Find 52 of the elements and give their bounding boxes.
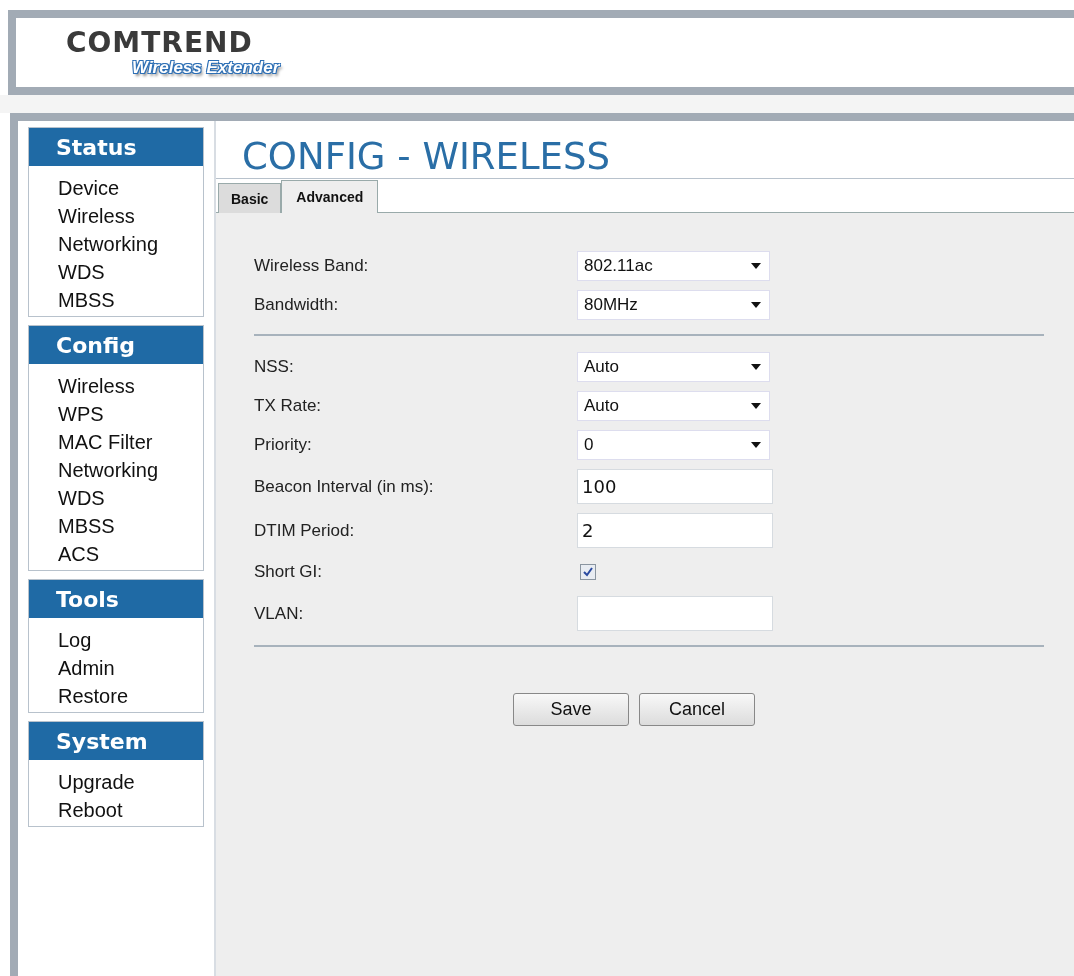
- field-label: Bandwidth:: [254, 295, 340, 315]
- sidebar-link[interactable]: ACS: [58, 540, 100, 568]
- sidebar-heading: System: [29, 722, 203, 760]
- sidebar-link[interactable]: MAC Filter: [58, 428, 153, 456]
- input-field[interactable]: 100: [577, 469, 773, 504]
- sidebar-link[interactable]: Wireless: [58, 202, 135, 230]
- cancel-button[interactable]: Cancel: [639, 693, 755, 726]
- checkbox[interactable]: [580, 564, 596, 580]
- sidebar-link[interactable]: Log: [58, 626, 92, 654]
- caret-icon: [751, 403, 761, 409]
- sidebar-link[interactable]: Upgrade: [58, 768, 135, 796]
- sidebar-link[interactable]: Wireless: [58, 372, 135, 400]
- sidebar-link[interactable]: WDS: [58, 258, 105, 286]
- sidebar-link[interactable]: Device: [58, 174, 120, 202]
- product-logo: Wireless Extender: [132, 58, 280, 78]
- caret-icon: [751, 263, 761, 269]
- input-field[interactable]: 2: [577, 513, 773, 548]
- caret-icon: [751, 364, 761, 370]
- field-label: Priority:: [254, 435, 313, 455]
- sidebar-link[interactable]: MBSS: [58, 512, 115, 540]
- caret-icon: [751, 442, 761, 448]
- sidebar-heading: Status: [29, 128, 203, 166]
- field-label: DTIM Period:: [254, 520, 356, 541]
- sidebar-link[interactable]: Networking: [58, 456, 159, 484]
- dropdown-field[interactable]: 80MHz: [577, 290, 770, 320]
- field-label: Short GI:: [254, 562, 324, 582]
- page-title: CONFIG - WIRELESS: [241, 134, 610, 178]
- field-label: Beacon Interval (in ms):: [254, 476, 435, 497]
- field-label: Wireless Band:: [254, 256, 370, 276]
- sidebar-link[interactable]: Admin: [58, 654, 115, 682]
- field-label: TX Rate:: [254, 396, 323, 416]
- tab[interactable]: Advanced: [281, 180, 379, 213]
- field-label: NSS:: [254, 357, 295, 377]
- sidebar-link[interactable]: WPS: [58, 400, 104, 428]
- sidebar-heading: Tools: [29, 580, 203, 618]
- sidebar-link[interactable]: MBSS: [58, 286, 115, 314]
- sidebar-link[interactable]: WDS: [58, 484, 105, 512]
- dropdown-field[interactable]: 802.11ac: [577, 251, 770, 281]
- sidebar-link[interactable]: Restore: [58, 682, 129, 710]
- dropdown-field[interactable]: Auto: [577, 352, 770, 382]
- tab[interactable]: Basic: [218, 183, 282, 213]
- save-button[interactable]: Save: [513, 693, 629, 726]
- sidebar-heading: Config: [29, 326, 203, 364]
- field-label: VLAN:: [254, 603, 305, 624]
- dropdown-field[interactable]: Auto: [577, 391, 770, 421]
- checkmark-icon: [583, 567, 593, 577]
- sidebar-link[interactable]: Networking: [58, 230, 159, 258]
- caret-icon: [751, 302, 761, 308]
- sidebar-link[interactable]: Reboot: [58, 796, 123, 824]
- input-field[interactable]: [577, 596, 773, 631]
- dropdown-field[interactable]: 0: [577, 430, 770, 460]
- brand-logo: COMTREND: [66, 28, 253, 58]
